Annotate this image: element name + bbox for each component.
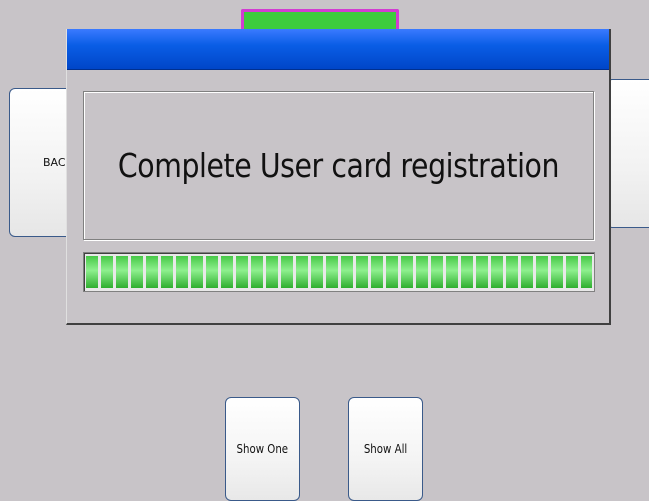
show-all-button[interactable]: Show All (348, 397, 423, 501)
progress-fill (86, 256, 592, 288)
right-side-button[interactable] (606, 79, 649, 228)
back-button-label: BAC (43, 156, 66, 169)
show-one-button[interactable]: Show One (225, 397, 300, 501)
show-one-label: Show One (236, 442, 289, 456)
dialog-title-bar (67, 29, 609, 70)
message-panel: Complete User card registration (83, 91, 594, 240)
registration-progress-bar (83, 252, 595, 292)
registration-message: Complete User card registration (117, 146, 560, 185)
registration-dialog: Complete User card registration (66, 29, 611, 325)
show-all-label: Show All (363, 442, 408, 456)
